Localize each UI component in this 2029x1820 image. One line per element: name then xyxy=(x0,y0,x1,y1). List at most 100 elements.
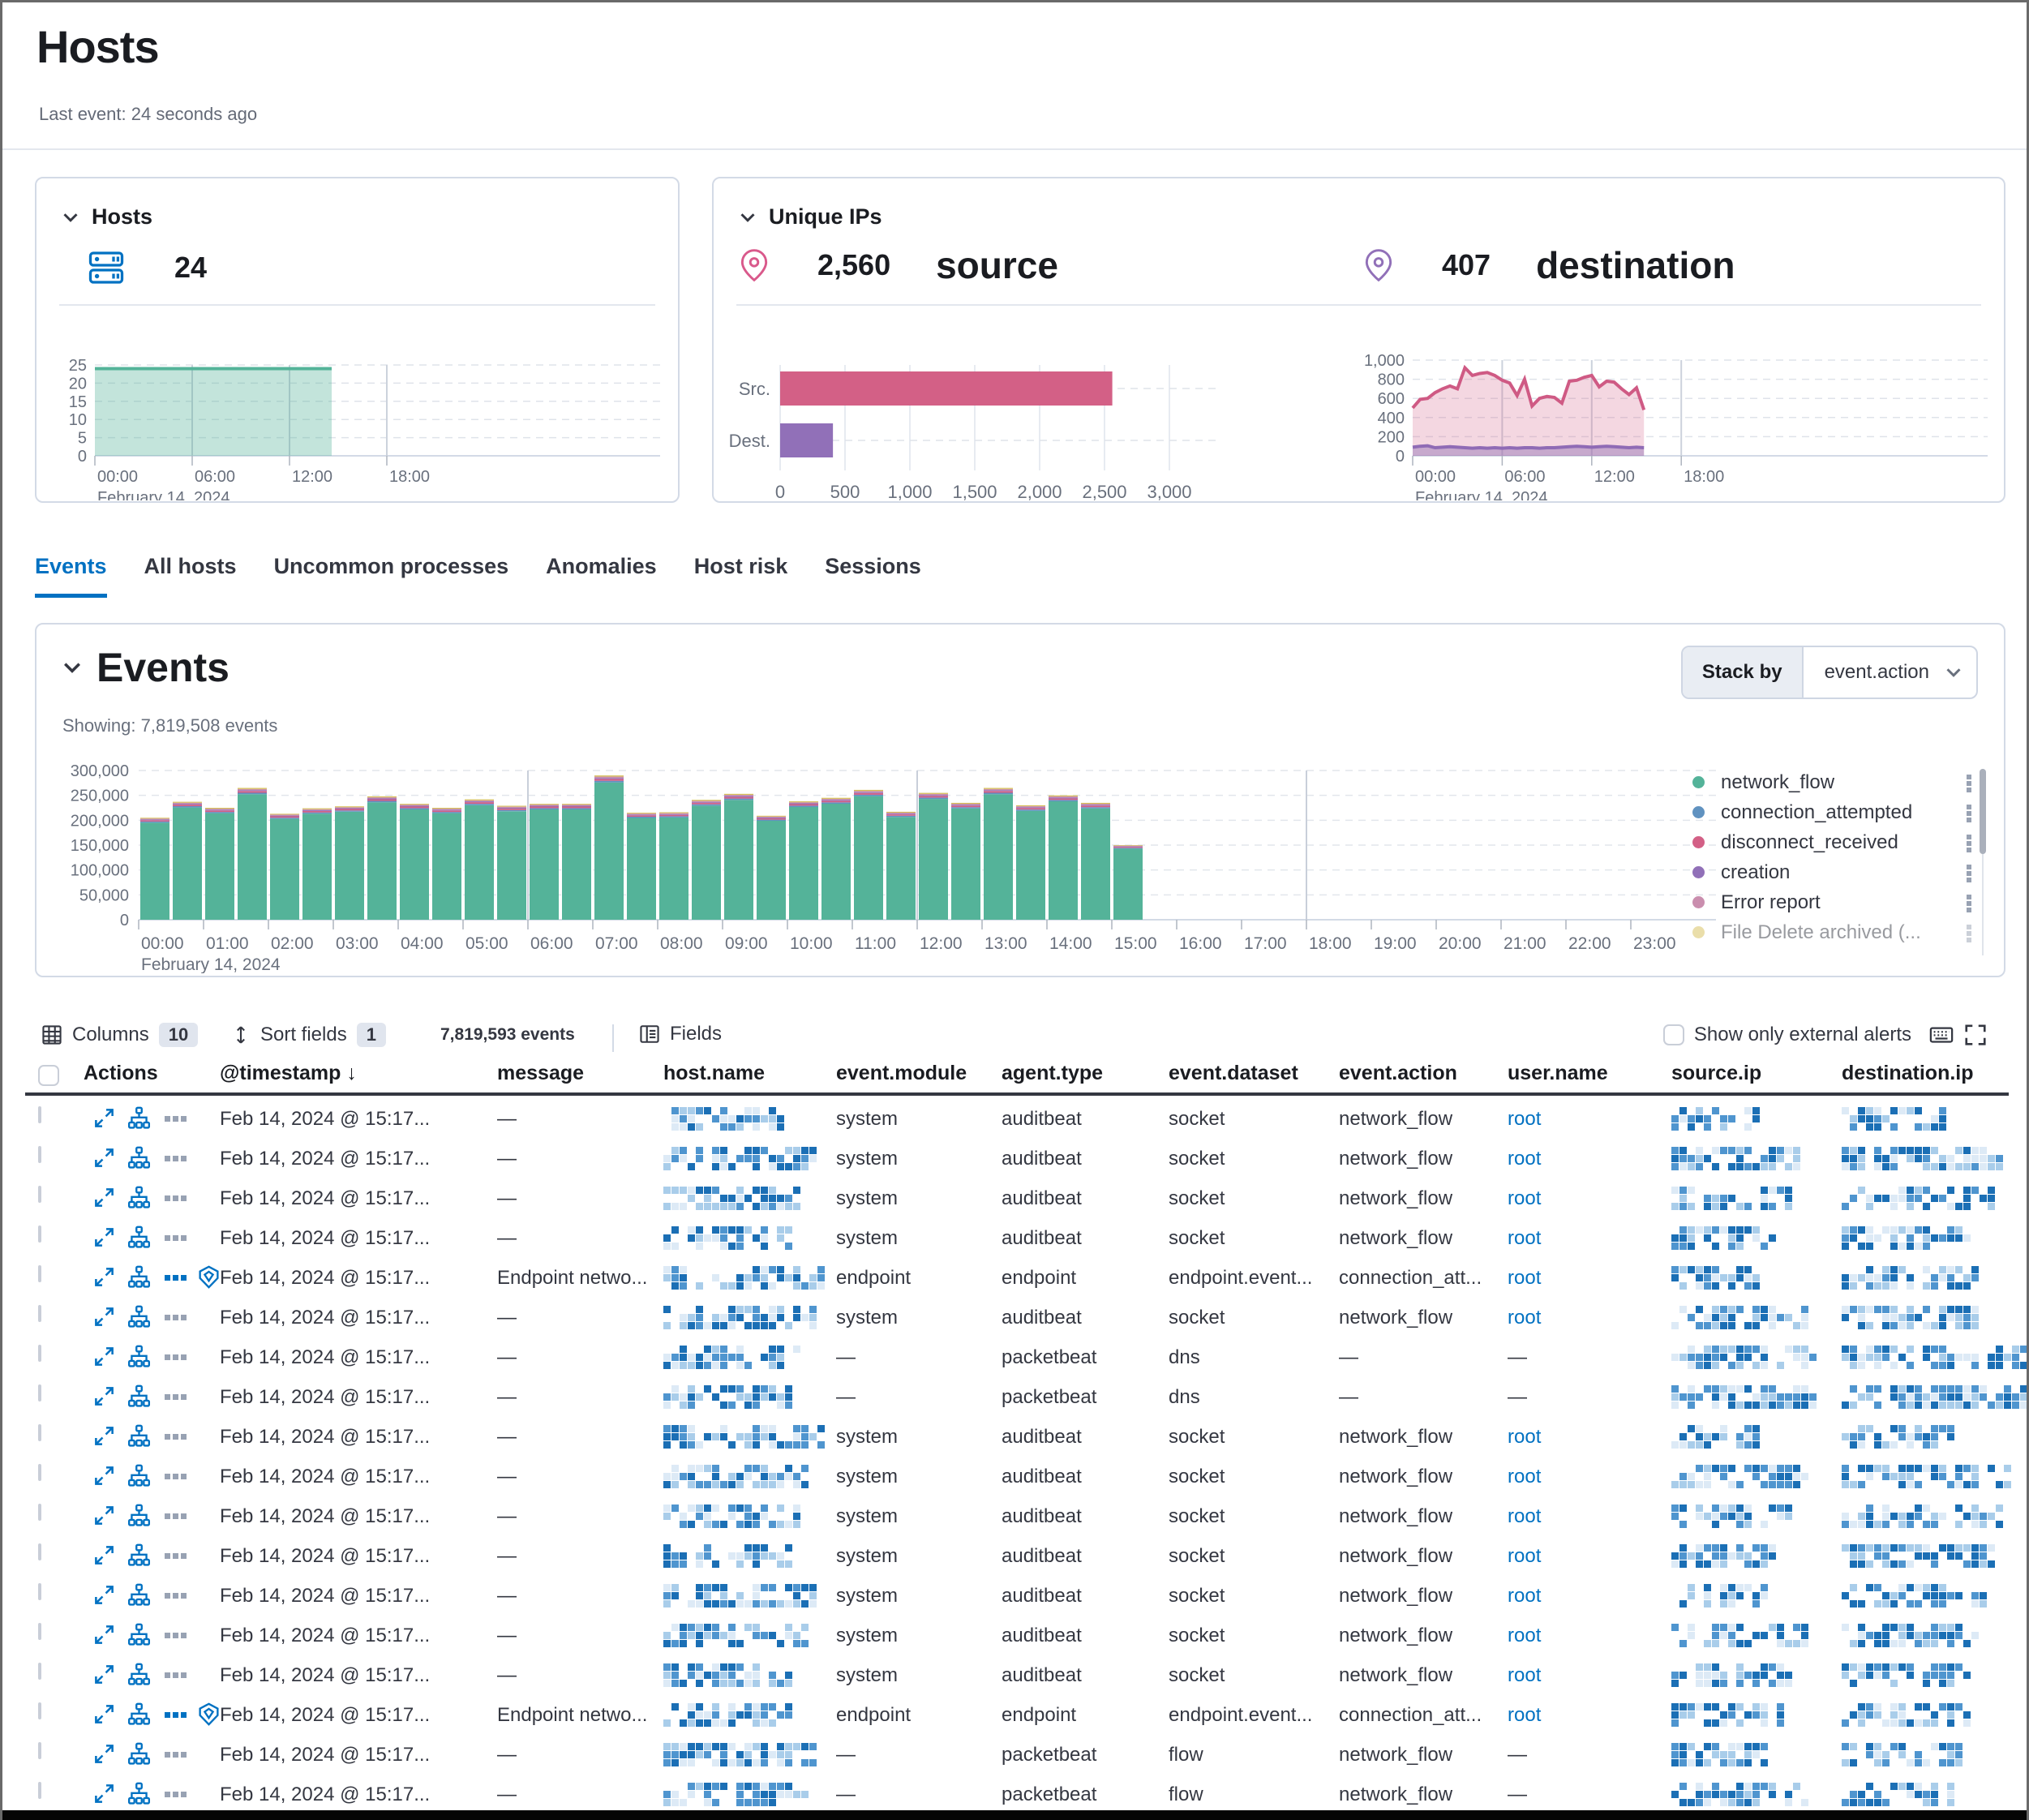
legend-menu-icon[interactable] xyxy=(1967,775,1971,779)
row-more-actions-icon[interactable] xyxy=(165,1235,170,1241)
cell-user-name[interactable]: root xyxy=(1508,1655,1541,1695)
analyze-event-icon[interactable] xyxy=(127,1583,151,1607)
analyze-event-icon[interactable] xyxy=(127,1345,151,1368)
col-event-action[interactable]: event.action xyxy=(1339,1057,1457,1089)
expand-event-icon[interactable] xyxy=(93,1663,115,1685)
row-checkbox[interactable] xyxy=(38,1702,41,1719)
analyze-event-icon[interactable] xyxy=(127,1146,151,1170)
expand-event-icon[interactable] xyxy=(93,1226,115,1248)
tab-anomalies[interactable]: Anomalies xyxy=(546,554,657,598)
row-checkbox[interactable] xyxy=(38,1583,41,1600)
row-checkbox[interactable] xyxy=(38,1742,41,1759)
legend-menu-icon[interactable] xyxy=(1967,895,1971,899)
analyze-event-icon[interactable] xyxy=(127,1265,151,1289)
expand-event-icon[interactable] xyxy=(93,1505,115,1526)
expand-event-icon[interactable] xyxy=(93,1425,115,1447)
expand-event-icon[interactable] xyxy=(93,1743,115,1765)
cell-user-name[interactable]: root xyxy=(1508,1496,1541,1536)
expand-event-icon[interactable] xyxy=(93,1624,115,1646)
row-more-actions-icon[interactable] xyxy=(165,1434,170,1440)
row-more-actions-icon[interactable] xyxy=(165,1752,170,1758)
row-checkbox[interactable] xyxy=(38,1504,41,1521)
analyze-event-icon[interactable] xyxy=(127,1106,151,1130)
expand-event-icon[interactable] xyxy=(93,1306,115,1328)
col-message[interactable]: message xyxy=(497,1057,584,1089)
row-checkbox[interactable] xyxy=(38,1623,41,1640)
col-timestamp[interactable]: @timestamp ↓ xyxy=(220,1057,357,1089)
tab-uncommon-processes[interactable]: Uncommon processes xyxy=(274,554,509,598)
external-alerts-checkbox[interactable] xyxy=(1663,1024,1684,1045)
legend-item[interactable]: Error report xyxy=(1692,887,1976,917)
collapse-chevron-icon[interactable] xyxy=(61,208,80,227)
legend-item[interactable]: connection_attempted xyxy=(1692,797,1976,827)
tab-host-risk[interactable]: Host risk xyxy=(694,554,788,598)
expand-event-icon[interactable] xyxy=(93,1346,115,1367)
cell-user-name[interactable]: root xyxy=(1508,1139,1541,1178)
row-more-actions-icon[interactable] xyxy=(165,1394,170,1400)
legend-item[interactable]: network_flow xyxy=(1692,767,1976,797)
analyze-event-icon[interactable] xyxy=(127,1623,151,1646)
analyze-event-icon[interactable] xyxy=(127,1186,151,1209)
row-more-actions-icon[interactable] xyxy=(165,1633,170,1638)
row-checkbox[interactable] xyxy=(38,1305,41,1322)
row-more-actions-icon[interactable] xyxy=(165,1474,170,1479)
expand-event-icon[interactable] xyxy=(93,1266,115,1288)
fullscreen-icon[interactable] xyxy=(1963,1023,1988,1047)
cell-user-name[interactable]: root xyxy=(1508,1576,1541,1616)
legend-menu-icon[interactable] xyxy=(1967,865,1971,869)
col-event-module[interactable]: event.module xyxy=(836,1057,967,1089)
cell-user-name[interactable]: root xyxy=(1508,1099,1541,1139)
analyze-event-icon[interactable] xyxy=(127,1663,151,1686)
cell-user-name[interactable]: root xyxy=(1508,1258,1541,1298)
col-host-name[interactable]: host.name xyxy=(663,1057,765,1089)
analyze-event-icon[interactable] xyxy=(127,1424,151,1448)
cell-user-name[interactable]: root xyxy=(1508,1457,1541,1496)
row-checkbox[interactable] xyxy=(38,1186,41,1203)
row-more-actions-icon[interactable] xyxy=(165,1513,170,1519)
collapse-chevron-icon[interactable] xyxy=(61,656,84,679)
cell-user-name[interactable]: root xyxy=(1508,1298,1541,1337)
cell-user-name[interactable]: root xyxy=(1508,1178,1541,1218)
cell-user-name[interactable]: root xyxy=(1508,1695,1541,1735)
analyze-event-icon[interactable] xyxy=(127,1782,151,1805)
legend-menu-icon[interactable] xyxy=(1967,805,1971,809)
select-all-checkbox[interactable] xyxy=(38,1065,59,1086)
stack-by-select[interactable]: Stack by event.action xyxy=(1681,646,1978,699)
cell-user-name[interactable]: root xyxy=(1508,1616,1541,1655)
row-more-actions-icon[interactable] xyxy=(165,1315,170,1320)
row-checkbox[interactable] xyxy=(38,1225,41,1243)
col-destination-ip[interactable]: destination.ip xyxy=(1842,1057,1974,1089)
columns-button[interactable]: Columns 10 xyxy=(41,1023,198,1047)
analyze-event-icon[interactable] xyxy=(127,1742,151,1766)
legend-item[interactable]: disconnect_received xyxy=(1692,827,1976,857)
legend-menu-icon[interactable] xyxy=(1967,925,1971,929)
analyze-event-icon[interactable] xyxy=(127,1702,151,1726)
row-more-actions-icon[interactable] xyxy=(165,1712,170,1718)
expand-event-icon[interactable] xyxy=(93,1187,115,1208)
row-more-actions-icon[interactable] xyxy=(165,1593,170,1599)
analyze-event-icon[interactable] xyxy=(127,1305,151,1329)
row-more-actions-icon[interactable] xyxy=(165,1792,170,1797)
tab-sessions[interactable]: Sessions xyxy=(825,554,921,598)
row-checkbox[interactable] xyxy=(38,1146,41,1163)
row-more-actions-icon[interactable] xyxy=(165,1195,170,1201)
sort-fields-button[interactable]: Sort fields 1 xyxy=(231,1023,386,1047)
col-user-name[interactable]: user.name xyxy=(1508,1057,1608,1089)
row-checkbox[interactable] xyxy=(38,1464,41,1481)
tab-events[interactable]: Events xyxy=(35,554,107,598)
row-checkbox[interactable] xyxy=(38,1345,41,1362)
cell-user-name[interactable]: root xyxy=(1508,1218,1541,1258)
expand-event-icon[interactable] xyxy=(93,1584,115,1606)
expand-event-icon[interactable] xyxy=(93,1703,115,1725)
expand-event-icon[interactable] xyxy=(93,1544,115,1566)
expand-event-icon[interactable] xyxy=(93,1465,115,1487)
row-more-actions-icon[interactable] xyxy=(165,1116,170,1122)
row-more-actions-icon[interactable] xyxy=(165,1553,170,1559)
col-agent-type[interactable]: agent.type xyxy=(1002,1057,1103,1089)
analyze-event-icon[interactable] xyxy=(127,1464,151,1487)
expand-event-icon[interactable] xyxy=(93,1783,115,1805)
legend-scrollbar[interactable] xyxy=(1980,769,1986,955)
collapse-chevron-icon[interactable] xyxy=(738,208,757,227)
row-checkbox[interactable] xyxy=(38,1106,41,1123)
expand-event-icon[interactable] xyxy=(93,1385,115,1407)
